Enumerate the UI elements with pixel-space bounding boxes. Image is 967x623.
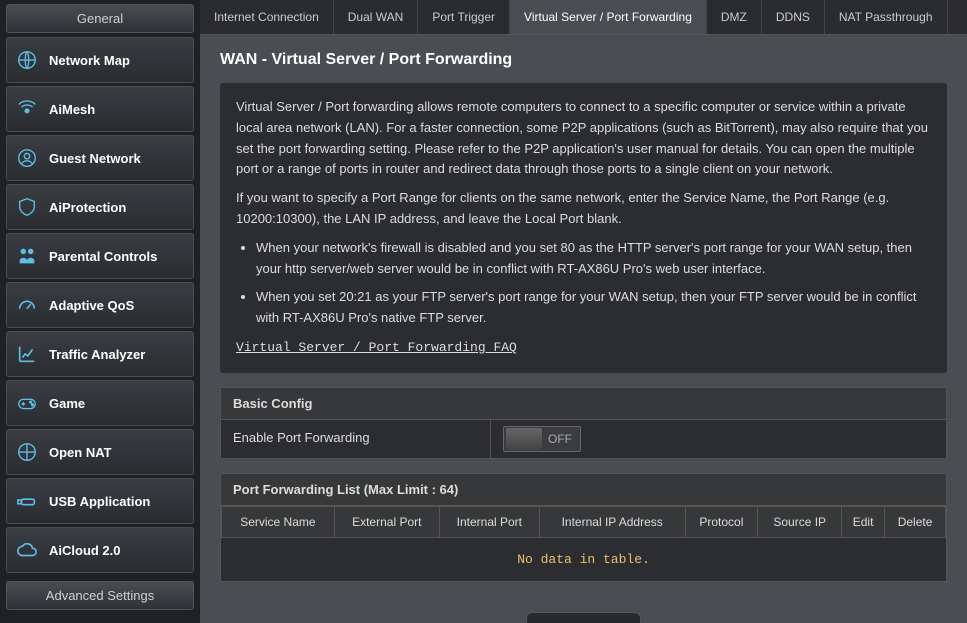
col-delete: Delete	[885, 506, 946, 537]
sidebar-item-aimesh[interactable]: AiMesh	[6, 86, 194, 132]
family-icon	[15, 244, 39, 268]
tab-dual-wan[interactable]: Dual WAN	[334, 0, 419, 34]
port-forwarding-table: Service Name External Port Internal Port…	[221, 506, 946, 581]
intro-block: Virtual Server / Port forwarding allows …	[220, 83, 947, 373]
page-title: WAN - Virtual Server / Port Forwarding	[220, 51, 947, 69]
enable-port-forwarding-label: Enable Port Forwarding	[221, 420, 491, 458]
sidebar-item-label: Game	[49, 396, 85, 411]
sidebar-item-label: USB Application	[49, 494, 150, 509]
intro-paragraph-2: If you want to specify a Port Range for …	[236, 188, 931, 230]
gauge-icon	[15, 293, 39, 317]
sidebar: General Network Map AiMesh Guest Network…	[0, 0, 200, 623]
basic-config-header: Basic Config	[220, 387, 947, 420]
col-internal-port: Internal Port	[439, 506, 539, 537]
col-protocol: Protocol	[685, 506, 758, 537]
tab-nat-passthrough[interactable]: NAT Passthrough	[825, 0, 948, 34]
tab-dmz[interactable]: DMZ	[707, 0, 762, 34]
globe-nat-icon	[15, 440, 39, 464]
sidebar-item-label: AiMesh	[49, 102, 95, 117]
toggle-state-label: OFF	[548, 432, 572, 446]
sidebar-item-label: Parental Controls	[49, 249, 157, 264]
sidebar-item-aiprotection[interactable]: AiProtection	[6, 184, 194, 230]
sidebar-item-parental-controls[interactable]: Parental Controls	[6, 233, 194, 279]
basic-config-section: Basic Config Enable Port Forwarding OFF	[220, 387, 947, 459]
col-external-port: External Port	[334, 506, 439, 537]
sidebar-item-open-nat[interactable]: Open NAT	[6, 429, 194, 475]
tab-virtual-server[interactable]: Virtual Server / Port Forwarding	[510, 0, 707, 34]
sidebar-item-network-map[interactable]: Network Map	[6, 37, 194, 83]
intro-bullet-2: When you set 20:21 as your FTP server's …	[256, 287, 931, 329]
sidebar-item-usb-application[interactable]: USB Application	[6, 478, 194, 524]
intro-paragraph-1: Virtual Server / Port forwarding allows …	[236, 97, 931, 180]
col-edit: Edit	[842, 506, 885, 537]
sidebar-item-label: Adaptive QoS	[49, 298, 134, 313]
guest-icon	[15, 146, 39, 170]
col-source-ip: Source IP	[758, 506, 842, 537]
port-forwarding-list-section: Port Forwarding List (Max Limit : 64) Se…	[220, 473, 947, 582]
sidebar-item-guest-network[interactable]: Guest Network	[6, 135, 194, 181]
sidebar-section-general: General	[6, 4, 194, 33]
sidebar-item-game[interactable]: Game	[6, 380, 194, 426]
sidebar-item-label: Traffic Analyzer	[49, 347, 145, 362]
sidebar-item-label: AiProtection	[49, 200, 126, 215]
sidebar-item-label: Open NAT	[49, 445, 112, 460]
sidebar-item-adaptive-qos[interactable]: Adaptive QoS	[6, 282, 194, 328]
shield-icon	[15, 195, 39, 219]
sidebar-item-label: AiCloud 2.0	[49, 543, 121, 558]
tab-port-trigger[interactable]: Port Trigger	[418, 0, 510, 34]
list-header: Port Forwarding List (Max Limit : 64)	[220, 473, 947, 506]
sidebar-item-label: Network Map	[49, 53, 130, 68]
enable-port-forwarding-toggle[interactable]: OFF	[503, 426, 581, 452]
toggle-knob	[506, 428, 542, 450]
button-row: Add profile	[220, 596, 947, 623]
intro-bullet-1: When your network's firewall is disabled…	[256, 238, 931, 280]
gamepad-icon	[15, 391, 39, 415]
faq-link[interactable]: Virtual Server / Port Forwarding FAQ	[236, 340, 517, 355]
tab-ddns[interactable]: DDNS	[762, 0, 825, 34]
add-profile-button[interactable]: Add profile	[526, 612, 641, 623]
col-service-name: Service Name	[222, 506, 335, 537]
tab-internet-connection[interactable]: Internet Connection	[200, 0, 334, 34]
cloud-icon	[15, 538, 39, 562]
main-panel: Internet Connection Dual WAN Port Trigge…	[200, 0, 967, 623]
table-empty-text: No data in table.	[222, 537, 946, 581]
tab-bar: Internet Connection Dual WAN Port Trigge…	[200, 0, 967, 35]
content-area: WAN - Virtual Server / Port Forwarding V…	[200, 35, 967, 623]
col-internal-ip: Internal IP Address	[539, 506, 685, 537]
sidebar-item-label: Guest Network	[49, 151, 141, 166]
usb-icon	[15, 489, 39, 513]
sidebar-item-traffic-analyzer[interactable]: Traffic Analyzer	[6, 331, 194, 377]
wifi-node-icon	[15, 97, 39, 121]
chart-icon	[15, 342, 39, 366]
sidebar-section-advanced: Advanced Settings	[6, 581, 194, 610]
enable-port-forwarding-row: Enable Port Forwarding OFF	[220, 420, 947, 459]
sidebar-item-aicloud[interactable]: AiCloud 2.0	[6, 527, 194, 573]
globe-icon	[15, 48, 39, 72]
